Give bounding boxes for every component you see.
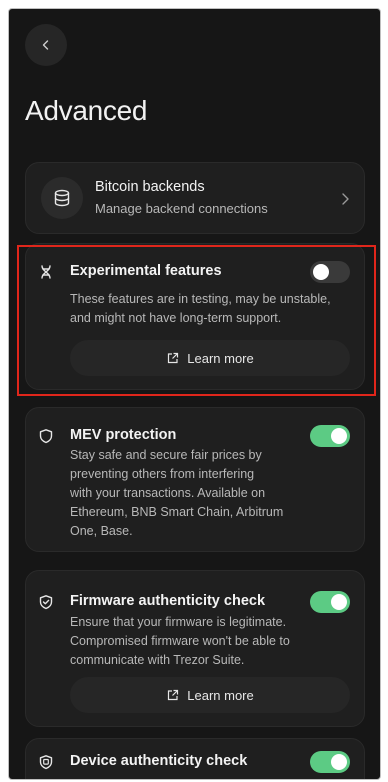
toggle-knob: [331, 594, 347, 610]
firmware-check-toggle[interactable]: [310, 591, 350, 613]
phone-screen: Advanced Bitcoin backends Manage backend…: [8, 8, 381, 780]
bitcoin-backends-row[interactable]: Bitcoin backends Manage backend connecti…: [25, 162, 365, 234]
device-check-title: Device authenticity check: [70, 753, 248, 769]
toggle-knob: [331, 428, 347, 444]
highlight-frame: [17, 245, 376, 396]
device-chip-icon: [39, 755, 53, 770]
mev-desc-2: preventing others from interfering: [70, 467, 255, 481]
page-title: Advanced: [25, 95, 148, 126]
mev-desc-1: Stay safe and secure fair prices by: [70, 448, 262, 462]
firmware-check-title: Firmware authenticity check: [70, 593, 266, 609]
firmware-desc-2: Compromised firmware won't be able to: [70, 634, 290, 648]
firmware-desc-3: communicate with Trezor Suite.: [70, 653, 245, 667]
back-button[interactable]: [25, 24, 67, 66]
mev-desc-5: One, Base.: [70, 524, 133, 538]
firmware-check-card: Firmware authenticity check Ensure that …: [25, 570, 365, 727]
mev-desc-3: with your transactions. Available on: [70, 486, 266, 500]
firmware-learn-more-button[interactable]: Learn more: [70, 677, 350, 713]
mev-protection-card: MEV protection Stay safe and secure fair…: [25, 407, 365, 552]
shield-check-icon: [39, 595, 53, 610]
mev-desc-4: Ethereum, BNB Smart Chain, Arbitrum: [70, 505, 284, 519]
bitcoin-backends-subtitle: Manage backend connections: [95, 201, 268, 216]
bitcoin-backends-title: Bitcoin backends: [95, 179, 205, 195]
mev-protection-title: MEV protection: [70, 427, 177, 443]
mev-protection-toggle[interactable]: [310, 425, 350, 447]
external-link-icon: [168, 689, 179, 700]
chevron-left-icon: [42, 40, 49, 50]
database-icon-wrap: [41, 177, 83, 219]
chevron-right-icon: [342, 193, 349, 205]
database-icon: [54, 189, 70, 207]
toggle-knob: [331, 754, 347, 770]
firmware-desc-1: Ensure that your firmware is legitimate.: [70, 615, 287, 629]
shield-icon: [39, 429, 53, 444]
device-check-toggle[interactable]: [310, 751, 350, 773]
device-check-card: Device authenticity check: [25, 738, 365, 779]
learn-more-label: Learn more: [187, 687, 254, 703]
